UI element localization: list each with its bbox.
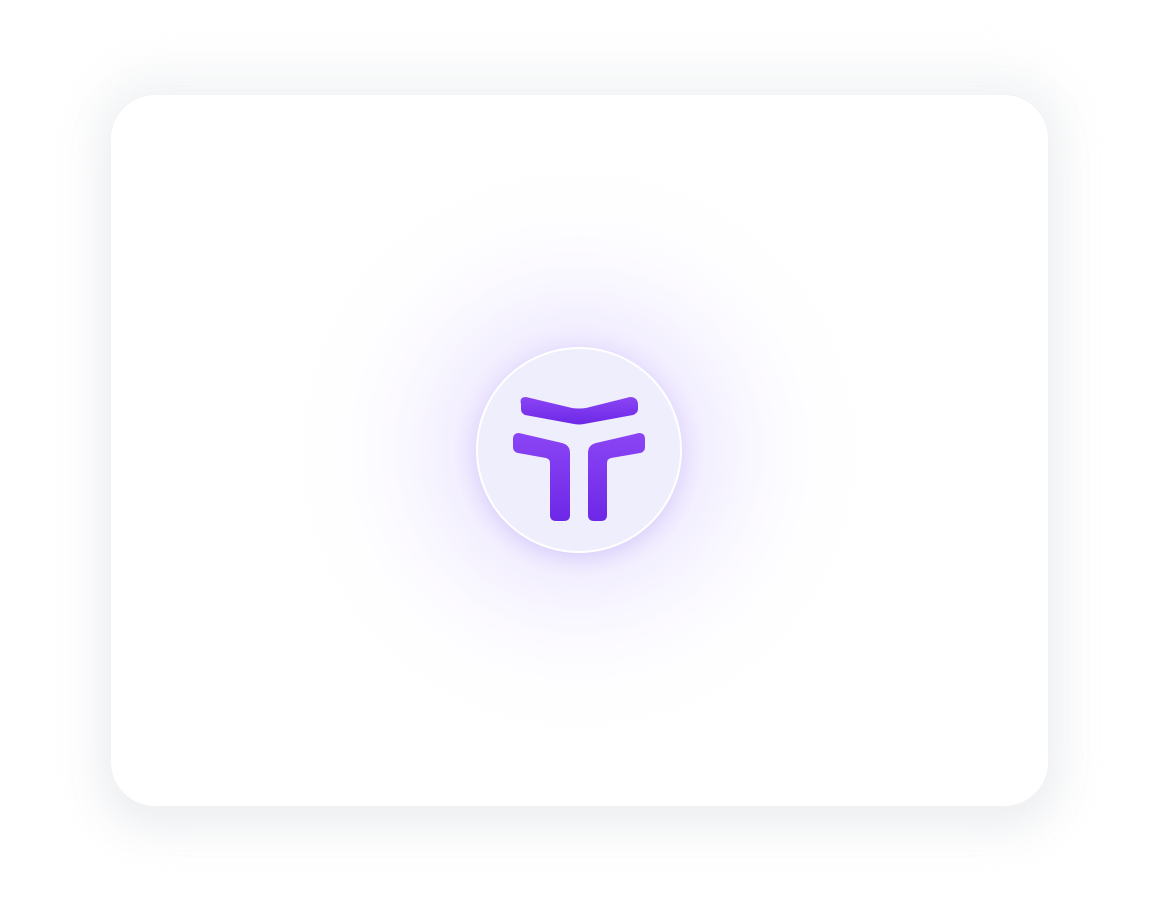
logo-badge (478, 349, 680, 551)
splash-screen (0, 0, 1161, 902)
brand-t-logo-icon (513, 397, 645, 521)
